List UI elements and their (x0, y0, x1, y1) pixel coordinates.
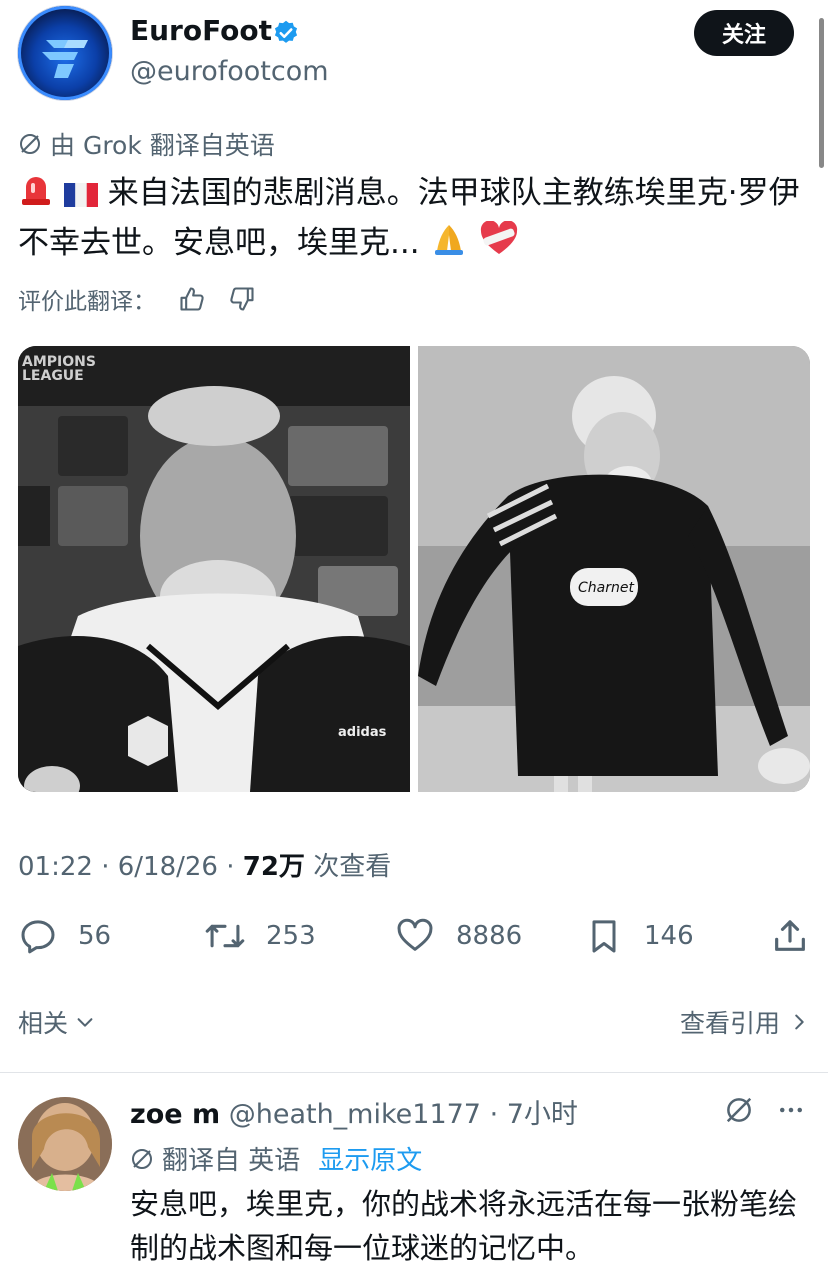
reply-tools (724, 1095, 806, 1125)
rate-translation: 评价此翻译： (18, 282, 256, 316)
eurofoot-logo-icon (42, 40, 88, 78)
reply-count: 56 (78, 921, 112, 951)
action-bar: 56 253 8886 146 (18, 916, 810, 960)
post-media[interactable]: AMPIONS LEAGUE adidas Charnet (18, 346, 810, 792)
author-avatar[interactable] (18, 6, 112, 100)
retweet-icon (205, 924, 245, 948)
related-toggle[interactable]: 相关 (18, 1004, 96, 1040)
coach-press-conference-photo[interactable]: AMPIONS LEAGUE adidas (18, 346, 410, 792)
reply-author-avatar[interactable] (18, 1097, 112, 1191)
follow-button[interactable]: 关注 (694, 10, 794, 56)
reply-icon (21, 920, 55, 954)
post-text-body: 来自法国的悲剧消息。法甲球队主教练埃里克·罗伊不幸去世。安息吧，埃里克... (18, 175, 800, 261)
view-count-suffix: 次查看 (304, 852, 392, 882)
reply-button[interactable]: 56 (18, 916, 111, 956)
post-metadata: 01:22 · 6/18/26 · 72万 次查看 (18, 846, 391, 883)
france-flag-icon (63, 174, 98, 220)
author-handle[interactable]: @eurofootcom (130, 56, 329, 87)
svg-text:LEAGUE: LEAGUE (22, 368, 84, 384)
view-quotes-label: 查看引用 (679, 1009, 780, 1038)
reply-time: · 7小时 (489, 1099, 578, 1130)
post-text: 来自法国的悲剧消息。法甲球队主教练埃里克·罗伊不幸去世。安息吧，埃里克... (18, 170, 808, 270)
thumbs-down-icon[interactable] (228, 285, 256, 313)
bookmark-button[interactable]: 146 (584, 916, 694, 956)
view-quotes-link[interactable]: 查看引用 (680, 1004, 810, 1040)
divider (0, 1072, 828, 1073)
reply-author-name[interactable]: zoe m (130, 1099, 220, 1130)
retweet-count: 253 (266, 921, 316, 951)
bookmark-count: 146 (644, 921, 694, 951)
coach-training-photo[interactable]: Charnet (418, 346, 810, 792)
chevron-right-icon (795, 1014, 804, 1030)
svg-text:Charnet: Charnet (578, 580, 634, 596)
related-label: 相关 (18, 1009, 69, 1038)
thumbs-up-icon[interactable] (178, 285, 206, 313)
svg-text:adidas: adidas (338, 725, 387, 740)
reply-translation-notice: 翻译自 英语 显示原文 (130, 1140, 422, 1177)
more-options-icon[interactable] (776, 1095, 806, 1125)
share-icon (775, 920, 805, 951)
grok-icon[interactable] (724, 1095, 754, 1125)
like-button[interactable]: 8886 (394, 916, 522, 956)
reply-translated-from: 翻译自 英语 (162, 1146, 301, 1176)
grok-icon (20, 134, 40, 154)
show-original-link[interactable]: 显示原文 (318, 1140, 422, 1177)
reply-avatar-photo (18, 1097, 112, 1191)
chevron-down-icon (77, 1018, 93, 1027)
translation-notice-text: 由 Grok 翻译自英语 (50, 131, 275, 160)
translation-notice: 由 Grok 翻译自英语 (18, 126, 275, 162)
reply-text: 安息吧，埃里克，你的战术将永远活在每一张粉笔绘制的战术图和每一位球迷的记忆中。 (130, 1187, 798, 1265)
post-header: EuroFoot @eurofootcom 关注 (0, 0, 828, 120)
bookmark-icon (592, 920, 616, 953)
verified-badge-icon (274, 20, 298, 43)
author-name[interactable]: EuroFoot (130, 14, 272, 47)
bandaged-heart-icon (479, 220, 519, 270)
retweet-button[interactable]: 253 (204, 916, 316, 956)
heart-icon (397, 918, 433, 951)
like-count: 8886 (456, 921, 523, 951)
praying-hands-icon (429, 221, 469, 270)
reply-author-handle[interactable]: @heath_mike1177 (229, 1099, 481, 1130)
share-button[interactable] (770, 916, 810, 956)
post-timestamp[interactable]: 01:22 · 6/18/26 · (18, 852, 243, 882)
rate-translation-label: 评价此翻译： (18, 289, 156, 315)
view-count: 72万 (242, 852, 305, 882)
grok-icon (132, 1148, 152, 1169)
reply-header: zoe m @heath_mike1177 · 7小时 (130, 1092, 578, 1131)
siren-emoji-icon (18, 171, 54, 220)
